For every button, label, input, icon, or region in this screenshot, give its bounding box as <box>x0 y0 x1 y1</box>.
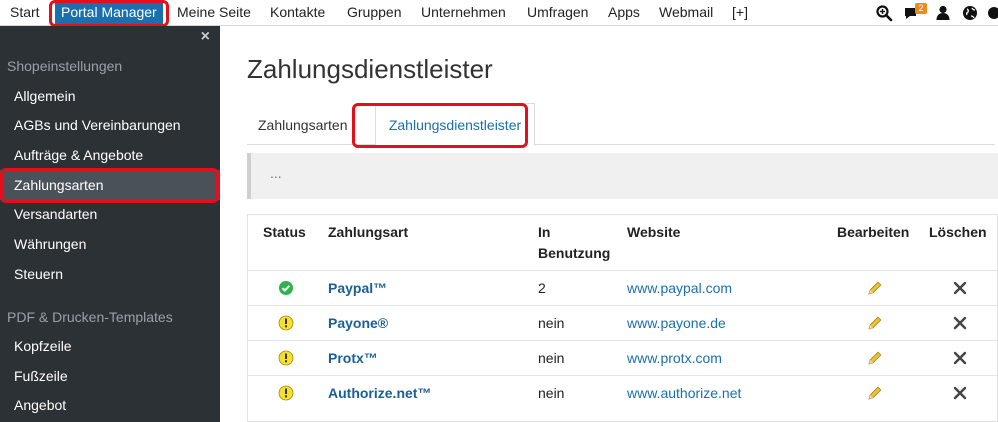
nav-kontakte[interactable]: Kontakte <box>270 0 325 25</box>
header-website: Website <box>627 224 681 240</box>
sidebar-item-versandarten[interactable]: Versandarten <box>0 199 220 229</box>
header-benutzung: Benutzung <box>538 245 611 261</box>
sidebar-item-kopfzeile[interactable]: Kopfzeile <box>0 331 220 361</box>
close-icon[interactable]: × <box>201 28 210 46</box>
usage-value: nein <box>538 385 565 401</box>
pencil-icon[interactable] <box>867 385 883 401</box>
website-link[interactable]: www.protx.com <box>627 350 722 366</box>
warning-circle-icon <box>278 350 294 366</box>
sidebar-item-auftraege[interactable]: Aufträge & Angebote <box>0 140 220 170</box>
sidebar: × Shopeinstellungen Allgemein AGBs und V… <box>0 26 220 422</box>
sidebar-item-fusszeile[interactable]: Fußzeile <box>0 361 220 391</box>
provider-name[interactable]: Paypal™ <box>328 280 387 296</box>
warning-circle-icon <box>278 385 294 401</box>
tab-zahlungsarten[interactable]: Zahlungsarten <box>258 103 348 145</box>
nav-start[interactable]: Start <box>10 0 40 25</box>
sidebar-item-steuern[interactable]: Steuern <box>0 259 220 289</box>
website-link[interactable]: www.authorize.net <box>627 385 741 401</box>
header-loeschen: Löschen <box>929 224 987 240</box>
notification-badge: 2 <box>915 3 927 14</box>
delete-icon[interactable] <box>952 385 968 401</box>
highlight-zahlungsarten <box>0 168 219 203</box>
nav-add[interactable]: [+] <box>732 0 748 25</box>
usage-value: 2 <box>538 280 546 296</box>
globe-icon[interactable] <box>961 4 979 22</box>
delete-icon[interactable] <box>952 315 968 331</box>
highlight-portal-manager <box>49 0 169 27</box>
sidebar-item-waehrungen[interactable]: Währungen <box>0 229 220 259</box>
nav-apps[interactable]: Apps <box>608 0 640 25</box>
nav-unternehmen[interactable]: Unternehmen <box>421 0 506 25</box>
search-icon[interactable] <box>875 4 893 22</box>
nav-meine-seite[interactable]: Meine Seite <box>177 0 251 25</box>
delete-icon[interactable] <box>952 350 968 366</box>
sidebar-section-pdf: PDF & Drucken-Templates <box>7 309 173 325</box>
pencil-icon[interactable] <box>867 280 883 296</box>
usage-value: nein <box>538 350 565 366</box>
user-icon[interactable] <box>934 4 952 22</box>
provider-name[interactable]: Protx™ <box>328 350 378 366</box>
highlight-tab-zahlungsdienstleister <box>352 103 528 148</box>
table-row: Paypal™ 2 www.paypal.com <box>248 270 997 305</box>
header-status: Status <box>263 224 306 240</box>
table-row: Payone® nein www.payone.de <box>248 305 997 340</box>
header-zahlungsart: Zahlungsart <box>328 224 409 240</box>
main-content: Zahlungsdienstleister Zahlungsarten Zahl… <box>220 26 998 422</box>
pencil-icon[interactable] <box>867 350 883 366</box>
info-box: ... <box>247 153 998 199</box>
header-in: In <box>538 224 551 240</box>
website-link[interactable]: www.payone.de <box>627 315 726 331</box>
sidebar-item-allgemein[interactable]: Allgemein <box>0 81 220 111</box>
pencil-icon[interactable] <box>867 315 883 331</box>
nav-umfragen[interactable]: Umfragen <box>527 0 588 25</box>
warning-circle-icon <box>278 315 294 331</box>
sidebar-item-angebot[interactable]: Angebot <box>0 390 220 420</box>
nav-gruppen[interactable]: Gruppen <box>347 0 401 25</box>
table-row: Protx™ nein www.protx.com <box>248 340 997 375</box>
info-text: ... <box>270 165 282 181</box>
payment-providers-table: Status Zahlungsart In Benutzung Website … <box>247 214 998 422</box>
page-title: Zahlungsdienstleister <box>247 54 493 84</box>
sidebar-section-shop: Shopeinstellungen <box>7 58 123 74</box>
website-link[interactable]: www.paypal.com <box>627 280 732 296</box>
sidebar-item-agbs[interactable]: AGBs und Vereinbarungen <box>0 110 220 140</box>
provider-name[interactable]: Payone® <box>328 315 388 331</box>
gear-icon[interactable] <box>985 4 998 22</box>
header-bearbeiten: Bearbeiten <box>837 224 910 240</box>
check-circle-icon <box>279 281 293 295</box>
nav-webmail[interactable]: Webmail <box>659 0 713 25</box>
usage-value: nein <box>538 315 565 331</box>
provider-name[interactable]: Authorize.net™ <box>328 385 431 401</box>
table-row: Authorize.net™ nein www.authorize.net <box>248 375 997 410</box>
delete-icon[interactable] <box>952 280 968 296</box>
